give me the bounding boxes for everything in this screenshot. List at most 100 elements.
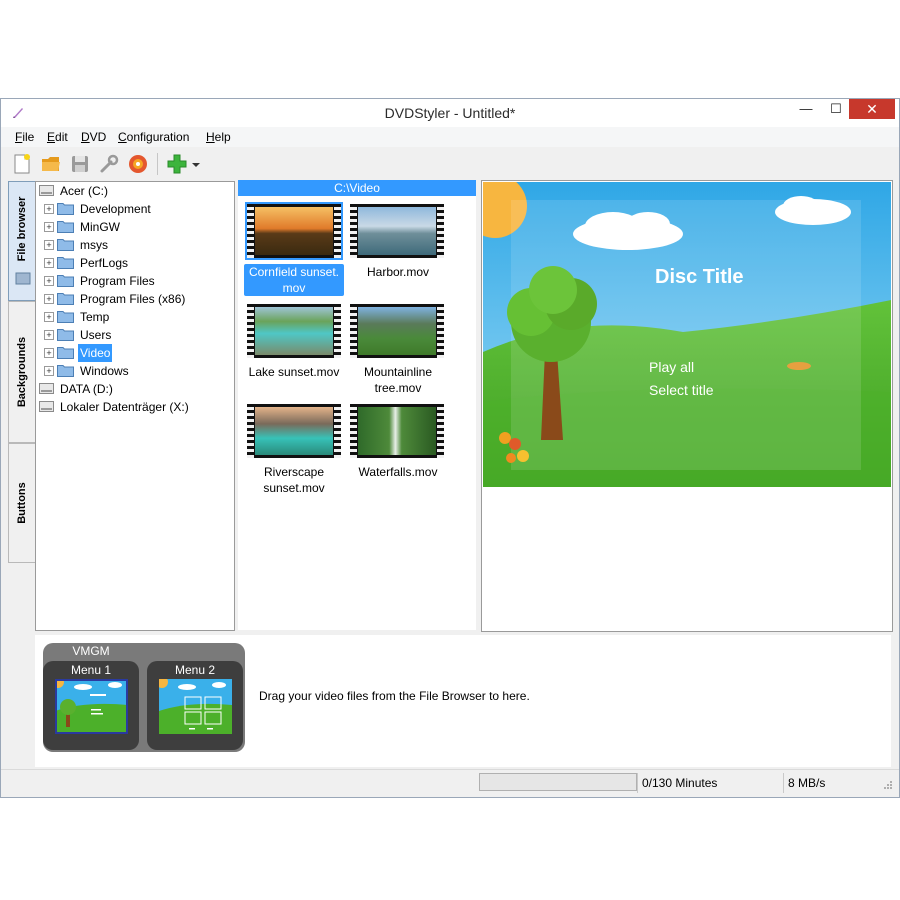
settings-wrench-icon[interactable] <box>98 153 120 175</box>
save-icon[interactable] <box>69 153 91 175</box>
tree-label: Acer (C:) <box>60 184 108 198</box>
menu-edit[interactable]: Edit <box>47 130 68 144</box>
tree-label: MinGW <box>80 220 120 234</box>
film-strip <box>247 404 254 458</box>
maximize-button[interactable]: ☐ <box>821 99 851 119</box>
disc-usage-progress-bar <box>479 773 637 791</box>
current-path: C:\Video <box>238 180 476 196</box>
file-name-line2: tree.mov <box>374 381 422 395</box>
video-thumbnail-cornfield-sunset[interactable] <box>245 202 343 260</box>
tab-backgrounds[interactable]: Backgrounds <box>8 301 36 443</box>
film-strip <box>334 304 341 358</box>
folder-icon <box>57 203 74 215</box>
film-strip <box>334 204 341 258</box>
title-bar[interactable]: DVDStyler - Untitled* — ☐ ✕ <box>1 99 899 127</box>
expand-icon[interactable]: + <box>44 348 54 358</box>
drag-hint-text: Drag your video files from the File Brow… <box>259 689 530 703</box>
folder-icon <box>57 275 74 287</box>
menu-dvd-mnemonic: D <box>81 130 90 144</box>
minimize-button[interactable]: — <box>791 99 821 119</box>
status-bar: 0/130 Minutes 8 MB/s <box>1 769 899 796</box>
tab-buttons-label: Buttons <box>16 482 28 524</box>
file-browser-panel: C:\Video Cornfield sunset. mov Harbor.mo… <box>238 180 476 630</box>
menu-preview-panel: Disc Title Play all Select title <box>481 180 893 632</box>
film-strip <box>350 404 357 458</box>
video-thumbnail-lake-sunset[interactable] <box>247 304 341 358</box>
file-name-line1: Waterfalls.mov <box>358 465 438 479</box>
resize-grip-icon[interactable] <box>883 780 893 790</box>
file-name-line1: Cornfield sunset. <box>248 265 340 279</box>
expand-icon[interactable]: + <box>44 222 54 232</box>
expand-icon[interactable]: + <box>44 258 54 268</box>
play-all-menu-button[interactable]: Play all <box>649 359 694 375</box>
menu-file[interactable]: File <box>15 130 34 144</box>
directory-tree[interactable]: Acer (C:) + Development + MinGW + msys +… <box>35 181 235 631</box>
burn-disc-icon[interactable] <box>127 153 149 175</box>
thumbnail-image <box>358 207 436 255</box>
menu-1-card[interactable]: Menu 1 <box>43 661 139 750</box>
folder-icon <box>57 293 74 305</box>
file-name-line1: Harbor.mov <box>366 265 430 279</box>
video-thumbnail-harbor[interactable] <box>350 204 444 258</box>
expand-icon[interactable]: + <box>44 204 54 214</box>
file-name-line2: mov <box>282 281 306 295</box>
new-file-icon[interactable] <box>11 153 33 175</box>
tree-label: Windows <box>80 364 129 378</box>
menu-2-label: Menu 2 <box>174 663 216 677</box>
film-strip <box>437 404 444 458</box>
tree-label: Program Files (x86) <box>80 292 186 306</box>
vmgm-group: VMGM Menu 1 Menu 2 <box>43 643 245 752</box>
disc-title-text[interactable]: Disc Title <box>655 266 744 289</box>
thumbnail-image <box>255 207 333 255</box>
video-thumbnail-mountainline-tree[interactable] <box>350 304 444 358</box>
close-button[interactable]: ✕ <box>849 99 895 119</box>
menu-help-mnemonic: H <box>206 130 215 144</box>
menu-background-scene[interactable]: Disc Title Play all Select title <box>483 182 891 487</box>
bitrate-status: 8 MB/s <box>788 776 826 790</box>
film-strip <box>334 404 341 458</box>
file-label[interactable]: Lake sunset.mov <box>244 364 344 380</box>
file-name-line1: Mountainline <box>363 365 433 379</box>
folder-icon <box>57 329 74 341</box>
expand-icon[interactable]: + <box>44 294 54 304</box>
folder-icon <box>57 365 74 377</box>
expand-icon[interactable]: + <box>44 366 54 376</box>
menu-help[interactable]: Help <box>206 130 231 144</box>
folder-icon <box>57 347 74 359</box>
file-label[interactable]: Riverscape sunset.mov <box>244 464 344 496</box>
menu-dvd-label: VD <box>89 130 107 144</box>
file-label[interactable]: Waterfalls.mov <box>348 464 448 480</box>
tab-buttons[interactable]: Buttons <box>8 443 36 563</box>
tree-label: PerfLogs <box>80 256 129 270</box>
titleset-manager: VMGM Menu 1 Menu 2 Drag your video files… <box>35 635 891 767</box>
duration-status: 0/130 Minutes <box>642 776 718 790</box>
expand-icon[interactable]: + <box>44 312 54 322</box>
tree-label-selected: Video <box>78 344 113 362</box>
window-title: DVDStyler - Untitled* <box>384 105 516 121</box>
tab-file-browser[interactable]: File browser <box>8 181 36 301</box>
tree-label: Development <box>80 202 151 216</box>
file-label-selected[interactable]: Cornfield sunset. mov <box>244 264 344 296</box>
select-title-menu-button[interactable]: Select title <box>649 382 714 398</box>
add-icon[interactable] <box>166 153 188 175</box>
open-folder-icon[interactable] <box>40 153 62 175</box>
app-window: DVDStyler - Untitled* — ☐ ✕ File Edit DV… <box>0 98 900 798</box>
menu-help-label: elp <box>214 130 231 144</box>
video-thumbnail-waterfalls[interactable] <box>350 404 444 458</box>
file-label[interactable]: Harbor.mov <box>348 264 448 280</box>
tree-label: Program Files <box>80 274 155 288</box>
menu-bar: File Edit DVD Configuration Help <box>1 127 899 147</box>
menu-configuration-label: onfiguration <box>126 130 190 144</box>
toolbar <box>1 148 899 178</box>
menu-dvd[interactable]: DVD <box>81 130 106 144</box>
menu-configuration[interactable]: Configuration <box>118 130 189 144</box>
expand-icon[interactable]: + <box>44 276 54 286</box>
video-thumbnail-riverscape-sunset[interactable] <box>247 404 341 458</box>
menu-2-card[interactable]: Menu 2 <box>147 661 243 750</box>
tree-label: msys <box>80 238 108 252</box>
expand-icon[interactable]: + <box>44 330 54 340</box>
expand-icon[interactable]: + <box>44 240 54 250</box>
file-label[interactable]: Mountainline tree.mov <box>348 364 448 396</box>
dropdown-arrow-icon[interactable] <box>190 153 202 175</box>
folder-icon <box>57 311 74 323</box>
